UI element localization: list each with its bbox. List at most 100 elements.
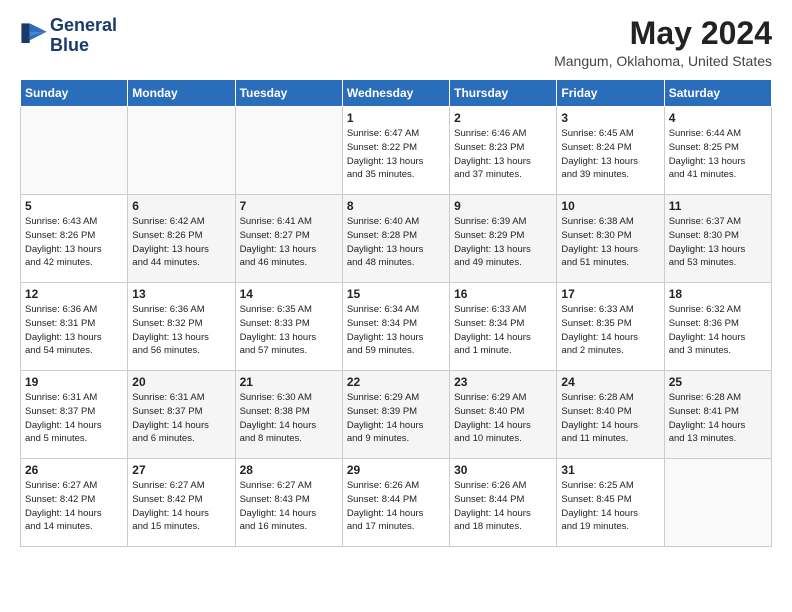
calendar-cell: 31 Sunrise: 6:25 AMSunset: 8:45 PMDayligh… — [557, 459, 664, 547]
day-number: 9 — [454, 199, 552, 213]
day-number: 21 — [240, 375, 338, 389]
day-number: 27 — [132, 463, 230, 477]
calendar-week-row: 12Sunrise: 6:36 AMSunset: 8:31 PMDayligh… — [21, 283, 772, 371]
day-info: Sunrise: 6:37 AMSunset: 8:30 PMDaylight:… — [669, 215, 767, 270]
day-info: Sunrise: 6:29 AMSunset: 8:39 PMDaylight:… — [347, 391, 445, 446]
day-info: Sunrise: 6:38 AMSunset: 8:30 PMDaylight:… — [561, 215, 659, 270]
month-year: May 2024 — [554, 16, 772, 51]
day-number: 19 — [25, 375, 123, 389]
calendar-cell: 6Sunrise: 6:42 AMSunset: 8:26 PMDaylight… — [128, 195, 235, 283]
calendar-cell — [128, 107, 235, 195]
calendar-cell: 9 Sunrise: 6:39 AMSunset: 8:29 PMDaylight… — [450, 195, 557, 283]
day-info: Sunrise: 6:26 AMSunset: 8:44 PMDaylight:… — [454, 479, 552, 534]
day-number: 24 — [561, 375, 659, 389]
day-info: Sunrise: 6:28 AMSunset: 8:40 PMDaylight:… — [561, 391, 659, 446]
calendar-cell: 16 Sunrise: 6:33 AMSunset: 8:34 PMDayligh… — [450, 283, 557, 371]
day-info: Sunrise: 6:27 AMSunset: 8:42 PMDaylight:… — [132, 479, 230, 534]
calendar-header-thursday: Thursday — [450, 80, 557, 107]
calendar-cell: 14 Sunrise: 6:35 AMSunset: 8:33 PMDayligh… — [235, 283, 342, 371]
day-number: 8 — [347, 199, 445, 213]
day-number: 3 — [561, 111, 659, 125]
calendar-cell — [664, 459, 771, 547]
calendar-cell: 22Sunrise: 6:29 AMSunset: 8:39 PMDayligh… — [342, 371, 449, 459]
logo: General Blue — [20, 16, 117, 56]
day-number: 28 — [240, 463, 338, 477]
calendar-cell: 30 Sunrise: 6:26 AMSunset: 8:44 PMDayligh… — [450, 459, 557, 547]
day-info: Sunrise: 6:47 AMSunset: 8:22 PMDaylight:… — [347, 127, 445, 182]
day-number: 18 — [669, 287, 767, 301]
calendar-cell — [21, 107, 128, 195]
calendar-cell — [235, 107, 342, 195]
calendar-header-monday: Monday — [128, 80, 235, 107]
calendar-cell: 19 Sunrise: 6:31 AMSunset: 8:37 PMDayligh… — [21, 371, 128, 459]
calendar-cell: 23Sunrise: 6:29 AMSunset: 8:40 PMDayligh… — [450, 371, 557, 459]
calendar-cell: 21 Sunrise: 6:30 AMSunset: 8:38 PMDayligh… — [235, 371, 342, 459]
day-info: Sunrise: 6:32 AMSunset: 8:36 PMDaylight:… — [669, 303, 767, 358]
calendar: SundayMondayTuesdayWednesdayThursdayFrid… — [20, 79, 772, 547]
calendar-cell: 13 Sunrise: 6:36 AMSunset: 8:32 PMDayligh… — [128, 283, 235, 371]
day-info: Sunrise: 6:27 AMSunset: 8:43 PMDaylight:… — [240, 479, 338, 534]
day-number: 7 — [240, 199, 338, 213]
calendar-cell: 24 Sunrise: 6:28 AMSunset: 8:40 PMDayligh… — [557, 371, 664, 459]
day-number: 15 — [347, 287, 445, 301]
day-number: 16 — [454, 287, 552, 301]
day-number: 17 — [561, 287, 659, 301]
day-number: 29 — [347, 463, 445, 477]
calendar-cell: 15 Sunrise: 6:34 AMSunset: 8:34 PMDayligh… — [342, 283, 449, 371]
day-number: 14 — [240, 287, 338, 301]
day-number: 11 — [669, 199, 767, 213]
calendar-cell: 28 Sunrise: 6:27 AMSunset: 8:43 PMDayligh… — [235, 459, 342, 547]
day-info: Sunrise: 6:33 AMSunset: 8:34 PMDaylight:… — [454, 303, 552, 358]
location: Mangum, Oklahoma, United States — [554, 53, 772, 69]
day-info: Sunrise: 6:36 AMSunset: 8:32 PMDaylight:… — [132, 303, 230, 358]
day-number: 2 — [454, 111, 552, 125]
calendar-header-saturday: Saturday — [664, 80, 771, 107]
day-info: Sunrise: 6:25 AMSunset: 8:45 PMDaylight:… — [561, 479, 659, 534]
day-info: Sunrise: 6:31 AMSunset: 8:37 PMDaylight:… — [25, 391, 123, 446]
calendar-cell: 26Sunrise: 6:27 AMSunset: 8:42 PMDayligh… — [21, 459, 128, 547]
calendar-week-row: 1 Sunrise: 6:47 AMSunset: 8:22 PMDaylight… — [21, 107, 772, 195]
calendar-cell: 7 Sunrise: 6:41 AMSunset: 8:27 PMDaylight… — [235, 195, 342, 283]
calendar-week-row: 5Sunrise: 6:43 AMSunset: 8:26 PMDaylight… — [21, 195, 772, 283]
header: General Blue May 2024 Mangum, Oklahoma, … — [20, 16, 772, 69]
calendar-cell: 3 Sunrise: 6:45 AMSunset: 8:24 PMDaylight… — [557, 107, 664, 195]
calendar-cell: 5Sunrise: 6:43 AMSunset: 8:26 PMDaylight… — [21, 195, 128, 283]
day-info: Sunrise: 6:35 AMSunset: 8:33 PMDaylight:… — [240, 303, 338, 358]
day-info: Sunrise: 6:46 AMSunset: 8:23 PMDaylight:… — [454, 127, 552, 182]
calendar-header-friday: Friday — [557, 80, 664, 107]
day-info: Sunrise: 6:45 AMSunset: 8:24 PMDaylight:… — [561, 127, 659, 182]
day-number: 5 — [25, 199, 123, 213]
calendar-week-row: 26Sunrise: 6:27 AMSunset: 8:42 PMDayligh… — [21, 459, 772, 547]
calendar-header-tuesday: Tuesday — [235, 80, 342, 107]
day-info: Sunrise: 6:39 AMSunset: 8:29 PMDaylight:… — [454, 215, 552, 270]
day-info: Sunrise: 6:28 AMSunset: 8:41 PMDaylight:… — [669, 391, 767, 446]
calendar-week-row: 19 Sunrise: 6:31 AMSunset: 8:37 PMDayligh… — [21, 371, 772, 459]
day-number: 25 — [669, 375, 767, 389]
day-number: 31 — [561, 463, 659, 477]
day-info: Sunrise: 6:41 AMSunset: 8:27 PMDaylight:… — [240, 215, 338, 270]
calendar-cell: 29Sunrise: 6:26 AMSunset: 8:44 PMDayligh… — [342, 459, 449, 547]
calendar-cell: 2 Sunrise: 6:46 AMSunset: 8:23 PMDaylight… — [450, 107, 557, 195]
day-number: 30 — [454, 463, 552, 477]
calendar-cell: 17Sunrise: 6:33 AMSunset: 8:35 PMDayligh… — [557, 283, 664, 371]
day-info: Sunrise: 6:44 AMSunset: 8:25 PMDaylight:… — [669, 127, 767, 182]
calendar-cell: 20Sunrise: 6:31 AMSunset: 8:37 PMDayligh… — [128, 371, 235, 459]
calendar-cell: 12Sunrise: 6:36 AMSunset: 8:31 PMDayligh… — [21, 283, 128, 371]
day-info: Sunrise: 6:31 AMSunset: 8:37 PMDaylight:… — [132, 391, 230, 446]
day-number: 4 — [669, 111, 767, 125]
calendar-cell: 27 Sunrise: 6:27 AMSunset: 8:42 PMDayligh… — [128, 459, 235, 547]
day-info: Sunrise: 6:27 AMSunset: 8:42 PMDaylight:… — [25, 479, 123, 534]
day-number: 23 — [454, 375, 552, 389]
day-info: Sunrise: 6:34 AMSunset: 8:34 PMDaylight:… — [347, 303, 445, 358]
calendar-cell: 8Sunrise: 6:40 AMSunset: 8:28 PMDaylight… — [342, 195, 449, 283]
calendar-cell: 25 Sunrise: 6:28 AMSunset: 8:41 PMDayligh… — [664, 371, 771, 459]
day-number: 12 — [25, 287, 123, 301]
calendar-header-row: SundayMondayTuesdayWednesdayThursdayFrid… — [21, 80, 772, 107]
day-number: 1 — [347, 111, 445, 125]
day-info: Sunrise: 6:30 AMSunset: 8:38 PMDaylight:… — [240, 391, 338, 446]
day-number: 13 — [132, 287, 230, 301]
day-number: 10 — [561, 199, 659, 213]
calendar-cell: 10 Sunrise: 6:38 AMSunset: 8:30 PMDayligh… — [557, 195, 664, 283]
calendar-cell: 18 Sunrise: 6:32 AMSunset: 8:36 PMDayligh… — [664, 283, 771, 371]
calendar-cell: 11 Sunrise: 6:37 AMSunset: 8:30 PMDayligh… — [664, 195, 771, 283]
